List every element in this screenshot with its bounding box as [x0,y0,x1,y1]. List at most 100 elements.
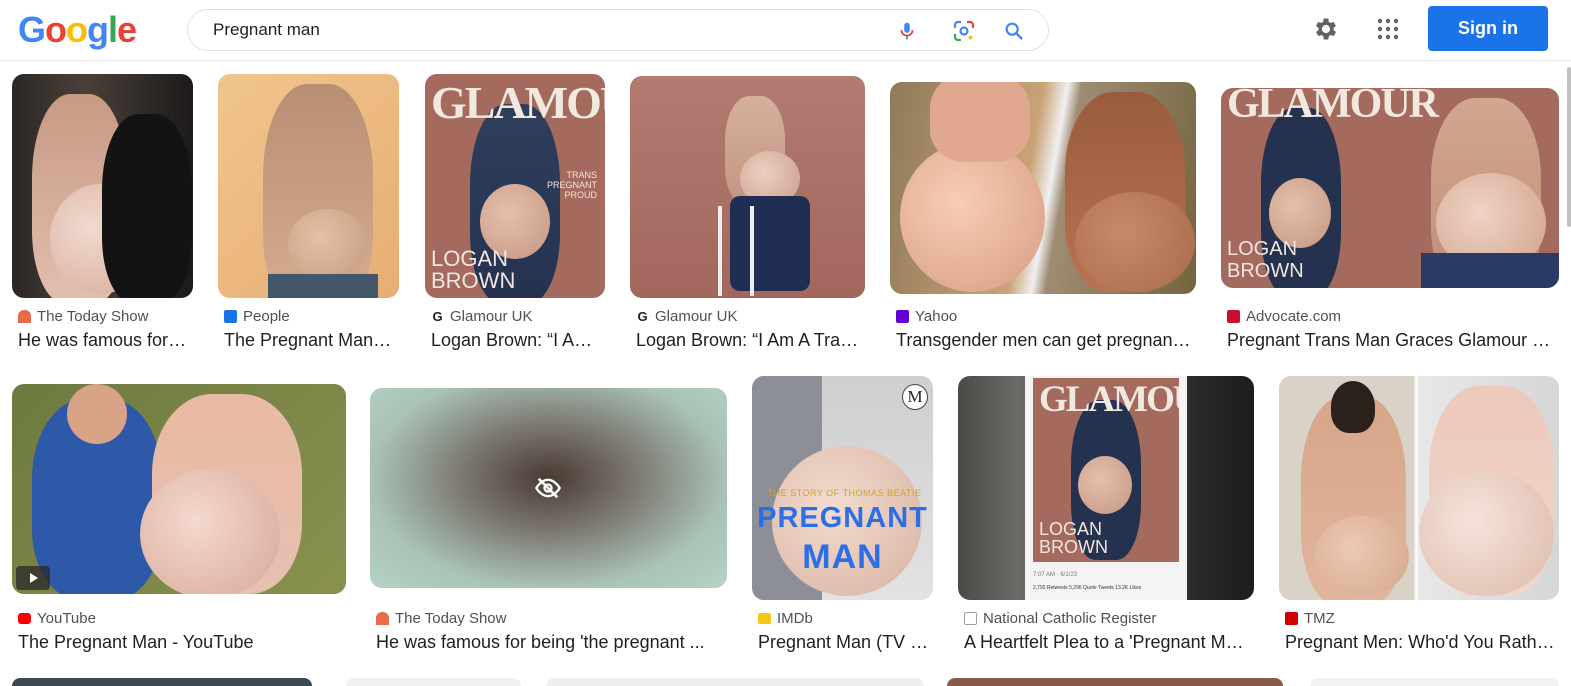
yahoo-icon [896,310,909,323]
result-thumbnail[interactable]: GLAMOUR LOGAN BROWN 7:07 AM · 6/1/23 2,7… [958,376,1254,600]
ncregister-icon [964,612,977,625]
result-thumbnail[interactable] [370,388,727,588]
magazine-title: GLAMOUR [431,77,605,128]
tagline-line: PREGNANT [546,180,597,190]
source-name: IMDb [777,610,813,627]
result-title[interactable]: Pregnant Trans Man Graces Glamour U… [1227,330,1557,351]
tagline-line: TRANS [566,170,597,180]
search-box [187,9,1049,51]
cover-name-line: BROWN [431,268,516,293]
result-title[interactable]: A Heartfelt Plea to a 'Pregnant Ma… [964,632,1252,653]
belly-shape [900,142,1045,292]
camera-lens-icon [953,20,975,42]
play-icon [30,573,38,583]
result-title[interactable]: Transgender men can get pregnant.… [896,330,1194,351]
result-source: G Glamour UK [636,308,738,325]
lens-search-button[interactable] [951,18,977,44]
result-thumbnail[interactable]: GLAMOUR TRANS PREGNANT PROUD LOGAN BROWN [425,74,605,298]
header: G o o g l e Pregnant man Sign in [0,0,1571,61]
belly-shape [1314,516,1409,596]
tagline-line: PROUD [564,190,597,200]
jeans-shape [268,274,378,298]
result-thumbnail[interactable]: M THE STORY OF THOMAS BEATIE PREGNANT MA… [752,376,933,600]
result-title[interactable]: The Pregnant Man - YouTube [18,632,344,653]
result-thumbnail[interactable] [218,74,399,298]
result-source: YouTube [18,610,96,627]
logo-letter: o [45,9,67,50]
image-result-partial[interactable] [947,678,1283,686]
voice-search-button[interactable] [894,18,920,44]
image-result-partial[interactable] [1310,678,1559,686]
cover-name: LOGAN BROWN [1227,238,1304,282]
google-logo[interactable]: G o o g l e [18,9,137,50]
result-title[interactable]: Logan Brown: “I Am A Tran… [636,330,864,351]
source-name: People [243,308,290,325]
glamour-icon: G [431,309,444,324]
scrollbar-thumb[interactable] [1567,67,1571,227]
source-name: Advocate.com [1246,308,1342,325]
source-name: The Today Show [395,610,507,627]
result-thumbnail[interactable] [1279,376,1559,600]
head-shape [1331,381,1375,433]
apps-button[interactable] [1373,14,1403,44]
person-figure [930,82,1030,162]
magazine-title: GLAMOUR [1227,88,1439,127]
logo-letter: G [18,9,46,50]
result-title[interactable]: Pregnant Men: Who'd You Rather? [1285,632,1557,653]
result-thumbnail[interactable] [12,384,346,594]
glamour-icon: G [636,309,649,324]
source-name: Yahoo [915,308,958,325]
jeans-shape [1421,253,1559,288]
logo-letter: e [117,9,137,50]
belly-shape [140,469,280,594]
search-input[interactable] [213,10,853,50]
result-title[interactable]: He was famous for … [18,330,190,351]
belly-shape [288,209,368,279]
magazine-tagline: TRANS PREGNANT PROUD [547,170,597,200]
poster-tagline: THE STORY OF THOMAS BEATIE [767,488,922,498]
result-title[interactable]: He was famous for being 'the pregnant ..… [376,632,725,653]
cover-name: LOGAN BROWN [431,248,515,292]
settings-button[interactable] [1311,14,1341,44]
cover-name-line: LOGAN [1039,519,1103,539]
cover-name: LOGAN BROWN [1039,520,1108,556]
result-thumbnail[interactable] [630,76,865,298]
search-button[interactable] [1001,18,1027,44]
scrollbar[interactable] [1565,61,1571,686]
image-result-partial[interactable] [546,678,924,686]
result-source: The Today Show [376,610,506,627]
cover-name-line: BROWN [1039,537,1108,557]
tweet-card: GLAMOUR LOGAN BROWN 7:07 AM · 6/1/23 2,7… [1025,376,1187,600]
source-name: The Today Show [37,308,149,325]
result-thumbnail[interactable] [890,82,1196,294]
result-title[interactable]: Pregnant Man (TV … [758,632,931,653]
imdb-badge: M [902,384,928,410]
belly-shape [1078,456,1132,514]
today-show-icon [18,310,31,323]
source-name: Glamour UK [655,308,738,325]
result-title[interactable]: The Pregnant Man … [224,330,396,351]
result-title[interactable]: Logan Brown: “I Am… [431,330,603,351]
stool-shape [718,206,754,296]
logo-letter: l [108,9,118,50]
magazine-title: GLAMOUR [1039,379,1179,420]
result-source: Yahoo [896,308,957,325]
image-result-partial[interactable] [12,678,312,686]
belly-shape [1075,192,1195,292]
hidden-content-icon[interactable] [534,474,562,502]
result-thumbnail[interactable]: GLAMOUR LOGAN BROWN [1221,88,1559,288]
result-source: The Today Show [18,308,148,325]
source-name: National Catholic Register [983,610,1157,627]
video-badge [16,566,50,590]
sign-in-button[interactable]: Sign in [1428,6,1548,51]
cover-name-line: LOGAN [1227,238,1298,260]
image-result-partial[interactable] [346,678,521,686]
poster-title-line: MAN [802,538,883,576]
today-show-icon [376,612,389,625]
result-thumbnail[interactable] [12,74,193,298]
result-source: Advocate.com [1227,308,1341,325]
youtube-icon [18,613,31,624]
apps-grid-icon [1377,18,1399,40]
result-source: IMDb [758,610,813,627]
poster-title-line: PREGNANT [757,502,928,534]
